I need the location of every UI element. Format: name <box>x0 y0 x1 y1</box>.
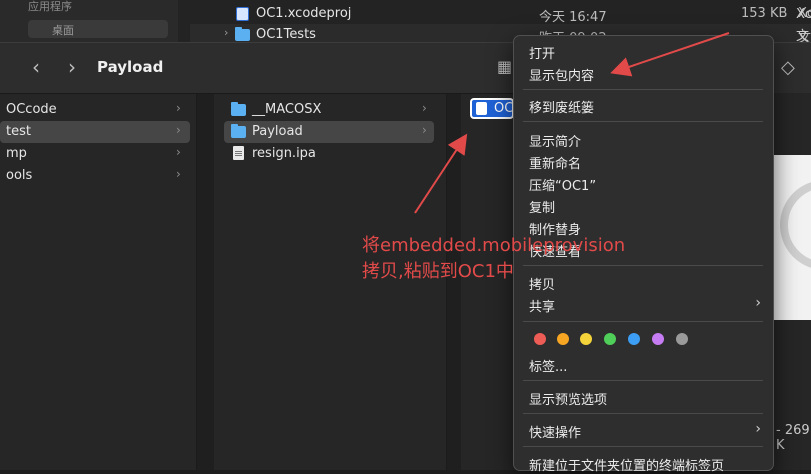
chevron-right-icon: › <box>176 167 181 181</box>
app-icon <box>476 102 487 115</box>
menu-separator <box>523 446 763 447</box>
preview-size-text: - 269 K <box>776 423 810 453</box>
annotation-text: 将embedded.mobileprovision 拷贝,粘贴到OC1中 <box>362 233 625 285</box>
menu-item-duplicate[interactable]: 复制 <box>529 197 555 216</box>
list-item-label: __MACOSX <box>252 102 322 117</box>
tag-color-green[interactable] <box>604 333 616 345</box>
list-item[interactable]: mp › <box>0 143 190 165</box>
forward-chevron-icon[interactable]: › <box>62 57 82 79</box>
tag-color-blue[interactable] <box>628 333 640 345</box>
menu-item-rename[interactable]: 重新命名 <box>529 153 581 172</box>
list-item-label: resign.ipa <box>252 146 316 161</box>
chevron-right-icon: › <box>422 101 427 115</box>
list-item-label: Payload <box>252 124 303 139</box>
bg-sidebar-item-desktop[interactable]: 桌面 <box>28 20 168 38</box>
menu-item-show-package-contents[interactable]: 显示包内容 <box>529 65 594 84</box>
list-item[interactable]: ools › <box>0 165 190 187</box>
file-icon <box>233 146 244 160</box>
list-item[interactable]: __MACOSX › <box>224 99 434 121</box>
app-placeholder-icon <box>780 180 811 270</box>
menu-item-share[interactable]: 共享 <box>529 296 555 315</box>
back-chevron-icon[interactable]: ‹ <box>26 57 46 79</box>
bg-file-size: 153 KB <box>741 6 788 21</box>
folder-icon <box>235 27 250 41</box>
tag-icon[interactable]: ◇ <box>781 57 795 78</box>
chevron-right-icon: › <box>176 123 181 137</box>
menu-separator <box>523 121 763 122</box>
view-grid-icon[interactable]: ▦ <box>497 57 512 76</box>
tag-color-yellow[interactable] <box>580 333 592 345</box>
bg-folder-name: OC1Tests <box>256 27 316 42</box>
bg-file-name: OC1.xcodeproj <box>256 6 352 21</box>
bg-sidebar-label: 桌面 <box>52 24 74 37</box>
menu-separator <box>523 321 763 322</box>
menu-item-open[interactable]: 打开 <box>529 43 555 62</box>
tag-color-purple[interactable] <box>652 333 664 345</box>
menu-separator <box>523 380 763 381</box>
preview-thumbnail <box>772 155 811 320</box>
column-divider[interactable] <box>197 94 214 470</box>
menu-separator <box>523 89 763 90</box>
submenu-chevron-icon: › <box>755 295 761 311</box>
bg-sidebar-item-applications[interactable]: 应用程序 <box>28 0 72 14</box>
menu-separator <box>523 413 763 414</box>
selected-app-item[interactable]: OC <box>470 98 514 119</box>
tag-color-orange[interactable] <box>557 333 569 345</box>
column-1: OCcode › test › mp › ools › <box>0 94 197 470</box>
chevron-right-icon: › <box>422 123 427 137</box>
chevron-right-icon: › <box>176 145 181 159</box>
folder-icon <box>231 102 246 116</box>
annotation-line-2: 拷贝,粘贴到OC1中 <box>362 261 514 282</box>
tag-color-red[interactable] <box>534 333 546 345</box>
xcode-file-icon <box>236 7 249 21</box>
list-item-label: mp <box>6 146 27 161</box>
list-item-selected[interactable]: Payload › <box>224 121 434 143</box>
annotation-line-1: 将embedded.mobileprovision <box>362 235 626 256</box>
bg-file-row[interactable]: OC1.xcodeproj 今天 16:47 153 KB Xc <box>190 3 811 25</box>
menu-item-show-preview-options[interactable]: 显示预览选项 <box>529 389 607 408</box>
submenu-chevron-icon: › <box>755 421 761 437</box>
folder-icon <box>231 124 246 138</box>
list-item[interactable]: resign.ipa <box>224 143 434 165</box>
list-item-label: ools <box>6 168 33 183</box>
list-item[interactable]: OCcode › <box>0 99 190 121</box>
menu-item-quick-actions[interactable]: 快速操作 <box>529 422 581 441</box>
list-item-label: OCcode <box>6 102 57 117</box>
menu-item-get-info[interactable]: 显示简介 <box>529 131 581 150</box>
list-item-selected[interactable]: test › <box>0 121 190 143</box>
selected-app-label: OC <box>494 101 514 116</box>
menu-item-new-terminal-tab[interactable]: 新建位于文件夹位置的终端标签页 <box>529 455 724 474</box>
menu-item-compress[interactable]: 压缩“OC1” <box>529 175 596 194</box>
menu-item-tags[interactable]: 标签... <box>529 356 567 375</box>
tag-color-gray[interactable] <box>676 333 688 345</box>
background-sidebar: 应用程序 桌面 <box>0 0 178 44</box>
bg-file-date: 今天 16:47 <box>539 10 607 25</box>
window-title: Payload <box>97 58 164 76</box>
menu-item-move-to-trash[interactable]: 移到废纸篓 <box>529 97 594 116</box>
chevron-right-icon: › <box>176 101 181 115</box>
bg-kind-text: Xc <box>796 7 811 22</box>
list-item-label: test <box>6 124 31 139</box>
disclosure-chevron-icon[interactable]: › <box>224 26 228 39</box>
